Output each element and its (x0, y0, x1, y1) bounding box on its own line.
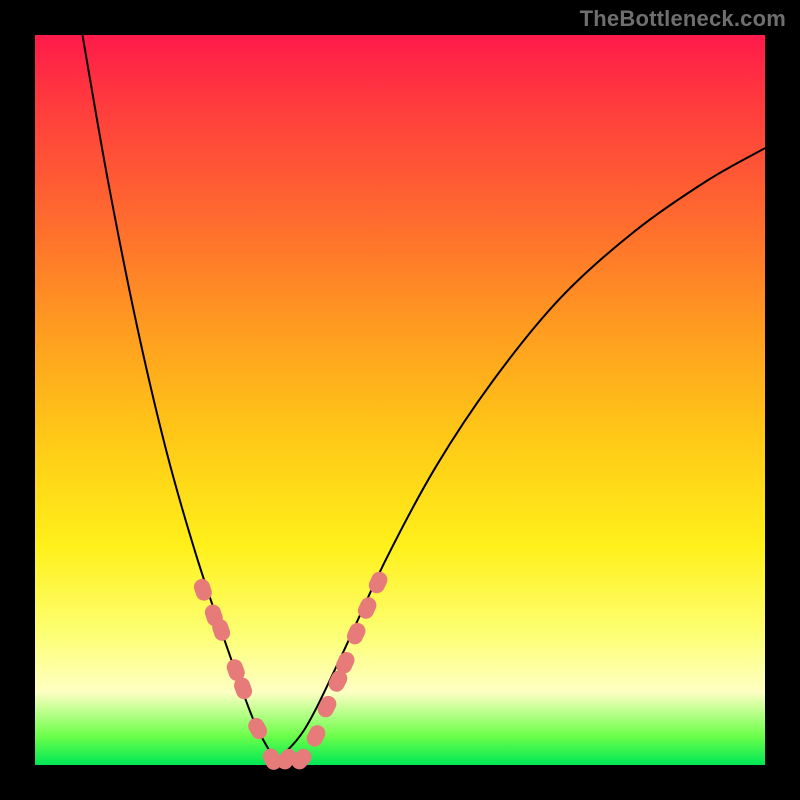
chart-frame: TheBottleneck.com (0, 0, 800, 800)
marker-dot (304, 722, 328, 749)
marker-dot (315, 693, 339, 720)
watermark-text: TheBottleneck.com (580, 6, 786, 32)
curve-layer (35, 35, 765, 765)
marker-dot (245, 715, 270, 742)
curve-left (82, 35, 275, 761)
plot-area (35, 35, 765, 765)
highlighted-points (192, 569, 390, 773)
